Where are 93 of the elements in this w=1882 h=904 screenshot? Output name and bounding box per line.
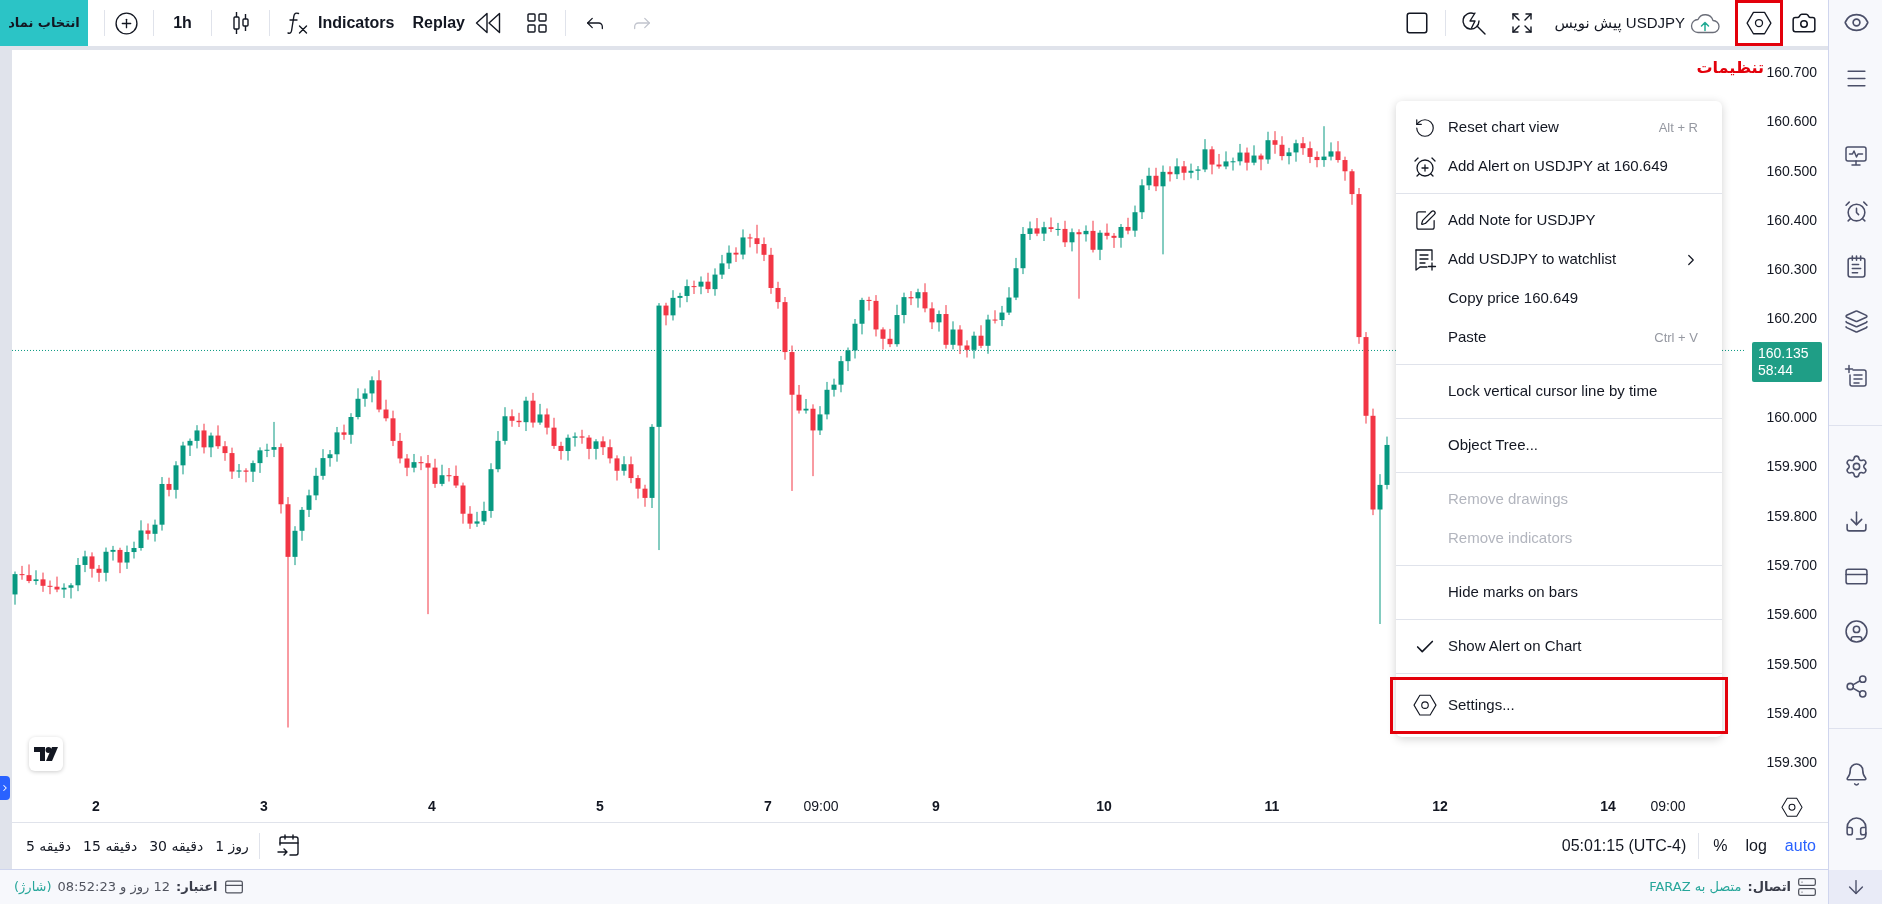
arrow-down-button[interactable] [1829, 870, 1882, 904]
settings-icon [1413, 694, 1437, 717]
scale-toggle[interactable]: % [1713, 834, 1728, 858]
credit-value: 12 روز و 08:52:23 [57, 878, 170, 897]
menu-item[interactable]: Paste Ctrl + V [1396, 318, 1722, 357]
price-label: 159.300 [1766, 754, 1817, 773]
current-price-label: 160.135 [1758, 344, 1810, 362]
connection-value: متصل به FARAZ [1649, 878, 1742, 897]
clock-label: 05:01:15 (UTC-4) [1561, 836, 1687, 856]
expand-panel-button[interactable] [0, 776, 10, 800]
gear-icon [1843, 453, 1869, 479]
calendar-button[interactable] [275, 833, 302, 859]
range-button[interactable]: 30 دقیقه [149, 835, 204, 857]
connection-label: اتصال: [1747, 878, 1791, 897]
settings-icon [1780, 796, 1803, 818]
price-label: 160.500 [1766, 162, 1817, 181]
candlestick-icon [231, 11, 250, 35]
calendar-arrow-icon [275, 833, 302, 859]
menu-item[interactable]: Reset chart view Alt + R [1396, 108, 1722, 147]
range-button[interactable]: 15 دقیقه [83, 835, 138, 857]
pencil-square-icon [1413, 209, 1437, 232]
credit-label: اعتبار: [176, 878, 218, 897]
chevron-right-icon [0, 783, 10, 793]
time-axis-label: 5 [596, 798, 604, 814]
server-icon [1797, 877, 1817, 897]
time-axis-label: 7 [764, 798, 772, 814]
time-axis-label: 09:00 [1650, 798, 1686, 814]
share-icon [1843, 673, 1869, 699]
symbol-search-button[interactable]: انتخاب نماد [0, 0, 88, 46]
menu-item[interactable]: Object Tree... [1396, 426, 1722, 465]
user-circle-icon [1843, 618, 1869, 644]
price-label: 159.600 [1766, 606, 1817, 625]
annotation-label: تنظیمات [1696, 58, 1764, 78]
fullscreen-icon [1510, 11, 1535, 35]
time-axis-label: 9 [932, 798, 940, 814]
menu-item[interactable]: Lock vertical cursor line by time [1396, 372, 1722, 411]
price-label: 160.400 [1766, 211, 1817, 230]
menu-item[interactable]: Copy price 160.649 [1396, 279, 1722, 318]
time-axis-label: 12 [1432, 798, 1448, 814]
square-icon [1404, 10, 1431, 36]
price-label: 159.900 [1766, 458, 1817, 477]
menu-item[interactable]: Settings... [1396, 686, 1722, 725]
price-label: 160.200 [1766, 310, 1817, 329]
shortcut-label: Ctrl + V [1654, 328, 1698, 347]
time-axis-label: 2 [92, 798, 100, 814]
price-label: 159.500 [1766, 655, 1817, 674]
menu-item[interactable]: Hide marks on bars [1396, 573, 1722, 612]
countdown-label: 58:44 [1758, 361, 1795, 379]
time-axis-label: 09:00 [803, 798, 839, 814]
axis-settings-button[interactable] [1780, 796, 1803, 818]
time-axis-label: 3 [260, 798, 268, 814]
menu-item[interactable]: Show Alert on Chart [1396, 627, 1722, 666]
rewind-icon [474, 11, 501, 35]
counterclockwise-arrow-icon [1414, 116, 1436, 139]
layout-name[interactable]: USDJPY پیش نویس [1554, 5, 1685, 41]
menu-item[interactable]: Add Alert on USDJPY at 160.649 [1396, 147, 1722, 186]
shortcut-label: Alt + R [1658, 118, 1698, 137]
list-plus-icon [1844, 364, 1868, 388]
time-axis-label: 14 [1600, 798, 1616, 814]
plus-circle-icon [113, 10, 139, 36]
price-label: 160.000 [1766, 409, 1817, 428]
layers-icon [1843, 308, 1869, 334]
download-icon [1843, 508, 1869, 534]
price-label: 160.700 [1766, 64, 1817, 82]
list-plus-icon [1413, 247, 1437, 272]
range-button[interactable]: 5 دقیقه [26, 835, 72, 857]
headset-icon [1843, 815, 1869, 841]
scale-toggle[interactable]: auto [1784, 834, 1816, 858]
time-axis-label: 10 [1096, 798, 1112, 814]
time-axis-label: 11 [1264, 798, 1280, 814]
scale-toggle[interactable]: log [1745, 834, 1767, 858]
monitor-pulse-icon [1844, 144, 1868, 168]
indicators-button[interactable]: Indicators [270, 5, 401, 41]
price-label: 159.800 [1766, 507, 1817, 526]
bell-icon [1843, 761, 1869, 787]
price-label: 159.700 [1766, 556, 1817, 575]
menu-item[interactable]: Add Note for USDJPY [1396, 201, 1722, 240]
grid-icon [524, 11, 549, 35]
logo-icon [29, 737, 63, 771]
replay-button[interactable]: Replay [412, 5, 501, 41]
interval-button[interactable]: 1h [154, 5, 211, 41]
time-axis-label: 4 [428, 798, 436, 814]
function-icon [287, 11, 309, 35]
current-price-line [1721, 349, 1745, 351]
price-label: 160.300 [1766, 261, 1817, 280]
cloud-upload-icon [1690, 12, 1720, 34]
range-button[interactable]: 1 روز [215, 835, 249, 857]
price-label: 160.600 [1766, 113, 1817, 132]
lightning-search-icon [1461, 10, 1488, 36]
price-label: 159.400 [1766, 704, 1817, 723]
alarm-clock-icon [1843, 198, 1869, 224]
menu-item[interactable]: Add USDJPY to watchlist [1396, 240, 1722, 279]
settings-icon [1746, 10, 1772, 36]
